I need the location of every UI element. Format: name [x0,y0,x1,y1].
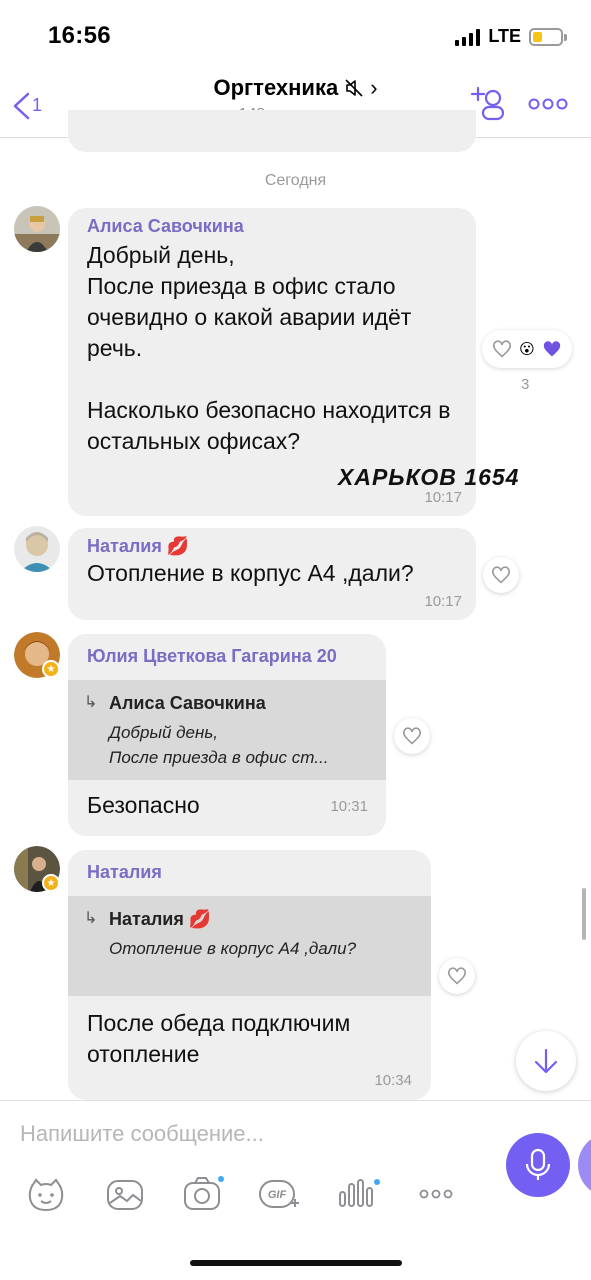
avatar[interactable] [14,206,60,252]
more-icon [419,1189,453,1199]
message-time: 10:31 [330,798,368,815]
more-attachments-button[interactable] [418,1184,454,1204]
message-time: 10:17 [424,489,462,506]
admin-star-icon: ★ [42,660,60,678]
battery-icon [529,27,567,46]
scrollbar[interactable] [582,888,586,940]
sender-name: Алиса Савочкина [87,216,244,236]
message-text: Добрый день, После приезда в офис стало … [87,242,451,454]
reactions-pill[interactable]: 😮 [482,330,572,368]
signal-icon [455,28,481,46]
chat-title: Оргтехника [213,75,339,100]
like-button[interactable] [483,557,519,593]
quoted-text: Отопление в корпус А4 ,дали? [109,939,357,958]
previous-message-bubble[interactable] [68,110,476,152]
date-separator: Сегодня [264,172,327,189]
like-button[interactable] [394,718,430,754]
message-bubble[interactable]: Наталия ↳ Наталия 💋 Отопление в корпус А… [68,850,431,1100]
avatar[interactable]: ★ [14,846,60,892]
sender-name: Наталия [87,862,162,882]
sender-name: Наталия 💋 [87,536,190,556]
purple-heart-icon [544,341,561,357]
sticker-icon [28,1178,64,1212]
speaker-muted-icon [345,79,363,97]
reaction-count[interactable]: 3 [521,376,529,393]
message-text: Безопасно [87,792,200,818]
message-time: 10:17 [424,593,462,610]
reply-arrow-icon: ↳ [84,694,98,711]
message-text: После обеда подключим отопление [87,1010,351,1067]
gallery-button[interactable] [105,1176,145,1214]
watermark: ХАРЬКОВ 1654 [338,464,520,490]
back-button[interactable]: 1 [8,86,52,130]
microphone-icon [525,1148,551,1180]
heart-outline-icon [448,967,466,985]
message-bubble[interactable]: Юлия Цветкова Гагарина 20 ↳ Алиса Савочк… [68,634,386,836]
sticker-button[interactable] [26,1176,66,1214]
message-bubble[interactable]: Наталия 💋 Отопление в корпус А4 ,дали? 1… [68,528,476,620]
reply-arrow-icon: ↳ [84,910,98,927]
quoted-sender: Алиса Савочкина [109,693,266,713]
quoted-message[interactable]: ↳ Наталия 💋 Отопление в корпус А4 ,дали? [68,896,431,996]
composer-divider [0,1100,591,1101]
message-text: Отопление в корпус А4 ,дали? [87,560,414,586]
camera-button[interactable] [182,1174,226,1214]
avatar[interactable] [14,526,60,572]
avatar-image [14,206,60,252]
add-user-icon [470,86,505,121]
quoted-sender: Наталия 💋 [109,909,212,929]
heart-outline-icon [492,566,510,584]
message-time: 10:34 [374,1072,412,1089]
chevron-left-icon [13,92,30,120]
audio-button[interactable] [336,1176,382,1214]
secondary-action-button[interactable] [578,1133,591,1197]
like-button[interactable] [439,958,475,994]
heart-outline-icon [492,340,511,358]
sender-name: Юлия Цветкова Гагарина 20 [87,646,337,666]
more-icon [528,98,568,110]
heart-outline-icon [403,727,421,745]
voice-record-button[interactable] [506,1133,570,1197]
unread-count: 1 [32,95,43,115]
message-input[interactable] [20,1114,480,1154]
gallery-icon [107,1180,143,1210]
add-participant-button[interactable] [470,84,510,124]
network-label: LTE [488,26,521,46]
surprised-emoji-icon: 😮 [519,341,535,358]
scroll-to-bottom-button[interactable] [516,1031,576,1091]
arrow-down-icon [534,1048,558,1074]
status-indicators: LTE [455,26,567,47]
avatar[interactable]: ★ [14,632,60,678]
gif-icon: GIF [259,1180,299,1208]
svg-text:GIF: GIF [268,1189,287,1201]
status-time: 16:56 [48,22,111,49]
chevron-right-icon: › [370,75,378,100]
camera-icon [184,1176,224,1210]
home-indicator[interactable] [190,1260,402,1266]
gif-button[interactable]: GIF [258,1176,302,1214]
quoted-text: Добрый день, После приезда в офис ст... [109,723,329,767]
admin-star-icon: ★ [42,874,60,892]
avatar-image [14,526,60,572]
more-options-button[interactable] [526,90,570,118]
audio-icon [339,1179,380,1207]
quoted-message[interactable]: ↳ Алиса Савочкина Добрый день, После при… [68,680,386,780]
